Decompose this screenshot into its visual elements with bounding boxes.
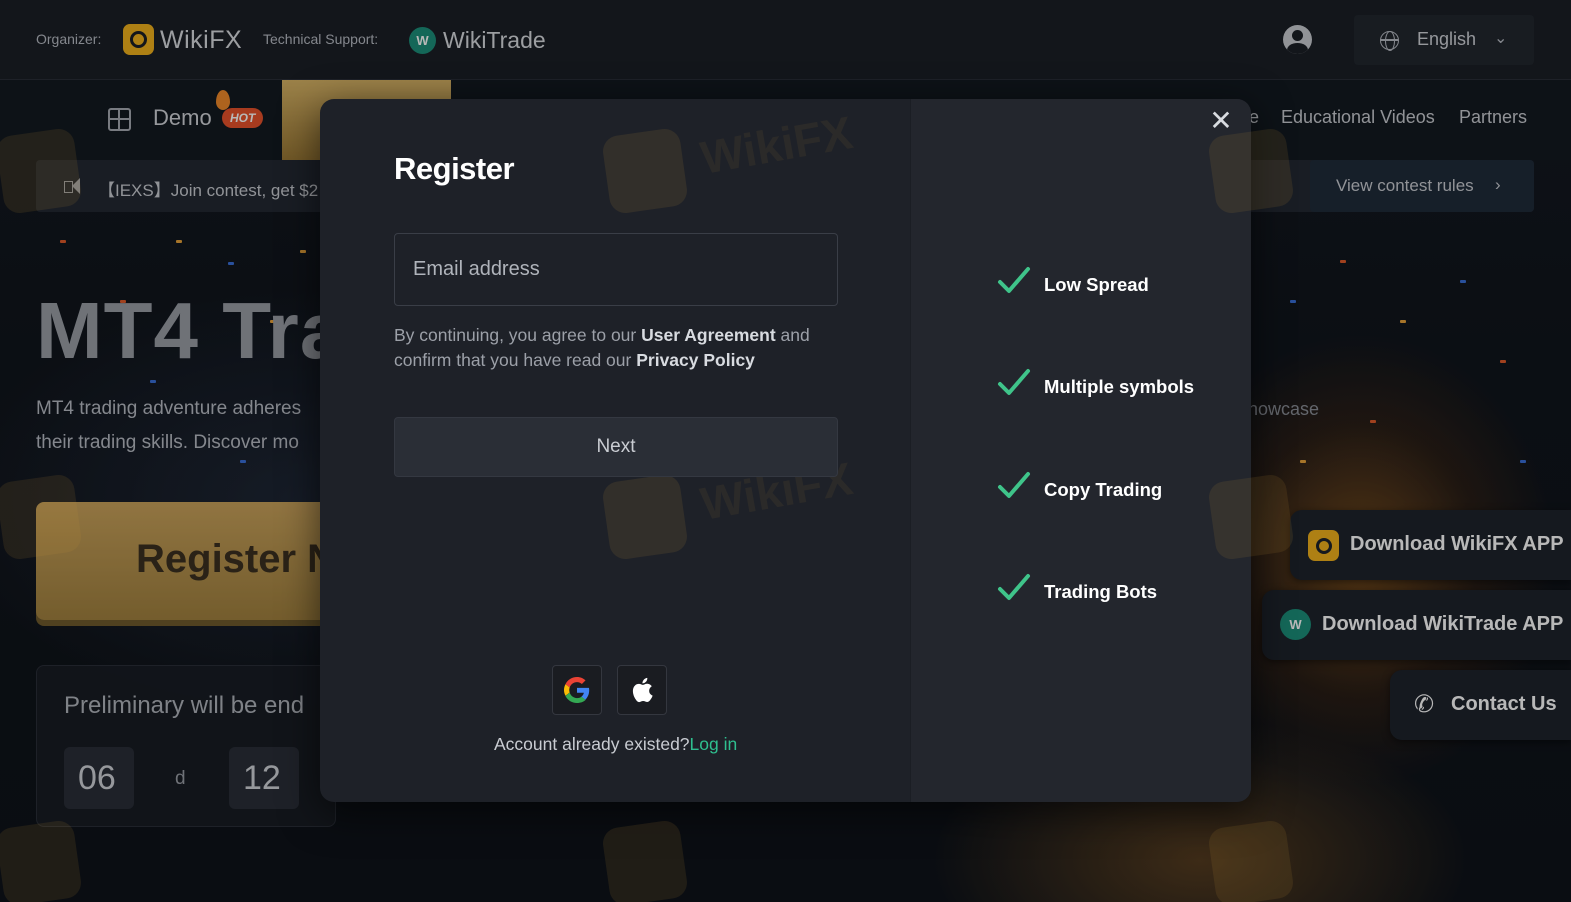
- feature-label: Low Spread: [1044, 274, 1149, 295]
- register-modal-features-panel: [910, 99, 1251, 802]
- login-link[interactable]: Log in: [690, 734, 738, 754]
- watermark-logo: [1206, 818, 1296, 902]
- watermark-logo: [1206, 126, 1296, 216]
- watermark-logo: [0, 126, 84, 216]
- google-icon: [564, 677, 590, 703]
- login-prompt: Account already existed?Log in: [494, 734, 737, 755]
- watermark-logo: [1206, 472, 1296, 562]
- check-icon: [998, 267, 1030, 293]
- modal-title: Register: [394, 151, 515, 186]
- privacy-policy-link[interactable]: Privacy Policy: [636, 350, 755, 370]
- watermark-logo: [0, 472, 84, 562]
- watermark-logo: [600, 818, 690, 902]
- check-icon: [998, 574, 1030, 600]
- apple-login-button[interactable]: [617, 665, 667, 715]
- google-login-button[interactable]: [552, 665, 602, 715]
- agreement-text: By continuing, you agree to our User Agr…: [394, 323, 844, 373]
- watermark-logo: [600, 126, 690, 216]
- next-button[interactable]: Next: [394, 417, 838, 477]
- feature-label: Multiple symbols: [1044, 376, 1195, 397]
- account-existed-text: Account already existed?: [494, 734, 690, 754]
- watermark-logo: [600, 472, 690, 562]
- watermark-logo: [0, 818, 84, 902]
- close-icon[interactable]: ✕: [1206, 106, 1236, 136]
- feature-label: Trading Bots: [1044, 581, 1158, 602]
- feature-label: Copy Trading: [1044, 479, 1163, 500]
- email-field[interactable]: [394, 233, 838, 306]
- user-agreement-link[interactable]: User Agreement: [641, 325, 776, 345]
- check-icon: [998, 369, 1030, 395]
- agreement-prefix: By continuing, you agree to our: [394, 325, 642, 345]
- apple-icon: [632, 677, 653, 703]
- check-icon: [998, 472, 1030, 498]
